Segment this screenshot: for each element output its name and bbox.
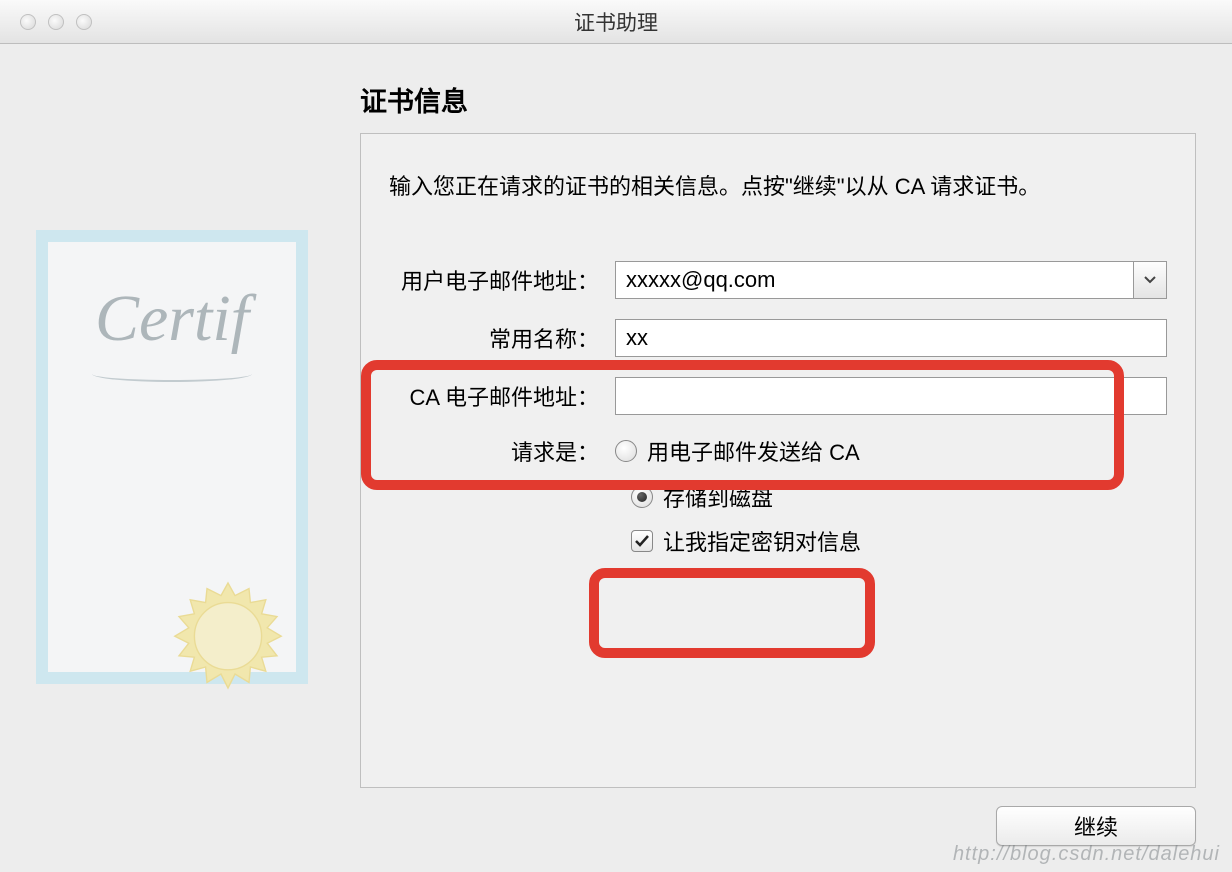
ca-email-input[interactable] xyxy=(615,377,1167,415)
radio-email-to-ca-label: 用电子邮件发送给 CA xyxy=(647,435,860,467)
radio-email-to-ca[interactable]: 用电子邮件发送给 CA xyxy=(615,435,1167,467)
close-window-button[interactable] xyxy=(20,14,36,30)
page-heading: 证书信息 xyxy=(360,80,1196,119)
user-email-input[interactable] xyxy=(615,261,1133,299)
radio-save-to-disk[interactable]: 存储到磁盘 xyxy=(631,481,1167,513)
label-user-email: 用户电子邮件地址： xyxy=(389,264,615,296)
radio-icon xyxy=(615,440,637,462)
footer: 继续 xyxy=(996,806,1196,846)
chevron-down-icon xyxy=(1144,276,1156,284)
common-name-input[interactable] xyxy=(615,319,1167,357)
label-request-is: 请求是： xyxy=(389,435,615,467)
watermark-text: http://blog.csdn.net/dalehui xyxy=(953,843,1220,866)
radio-save-to-disk-label: 存储到磁盘 xyxy=(663,481,773,513)
certificate-underline xyxy=(92,366,252,382)
certificate-seal-icon xyxy=(158,576,298,716)
user-email-dropdown-button[interactable] xyxy=(1133,261,1167,299)
annotation-highlight-options xyxy=(589,568,875,658)
checkmark-icon xyxy=(634,533,650,549)
instructions-text: 输入您正在请求的证书的相关信息。点按"继续"以从 CA 请求证书。 xyxy=(389,170,1167,203)
label-ca-email: CA 电子邮件地址： xyxy=(389,380,615,412)
form-column: 证书信息 输入您正在请求的证书的相关信息。点按"继续"以从 CA 请求证书。 用… xyxy=(360,80,1196,788)
row-user-email: 用户电子邮件地址： xyxy=(389,261,1167,299)
minimize-window-button[interactable] xyxy=(48,14,64,30)
radio-icon xyxy=(631,486,653,508)
user-email-combobox[interactable] xyxy=(615,261,1167,299)
illustration-column: Certif xyxy=(36,80,328,788)
checkbox-specify-keypair[interactable]: 让我指定密钥对信息 xyxy=(631,525,1167,557)
checkbox-icon xyxy=(631,530,653,552)
row-common-name: 常用名称： xyxy=(389,319,1167,357)
zoom-window-button[interactable] xyxy=(76,14,92,30)
request-options-group: 存储到磁盘 让我指定密钥对信息 xyxy=(389,481,1167,557)
certificate-script-text: Certif xyxy=(95,286,249,352)
row-ca-email: CA 电子邮件地址： xyxy=(389,377,1167,415)
certificate-illustration: Certif xyxy=(36,230,308,684)
content-area: Certif 证书信息 输入您正在请求的证书的相关信息。点按"继续"以从 CA … xyxy=(0,44,1232,788)
window-title: 证书助理 xyxy=(0,7,1232,37)
form-panel: 输入您正在请求的证书的相关信息。点按"继续"以从 CA 请求证书。 用户电子邮件… xyxy=(360,133,1196,788)
checkbox-specify-keypair-label: 让我指定密钥对信息 xyxy=(663,525,861,557)
row-request-is: 请求是： 用电子邮件发送给 CA xyxy=(389,435,1167,467)
label-common-name: 常用名称： xyxy=(389,322,615,354)
titlebar: 证书助理 xyxy=(0,0,1232,44)
traffic-lights xyxy=(0,14,92,30)
continue-button[interactable]: 继续 xyxy=(996,806,1196,846)
